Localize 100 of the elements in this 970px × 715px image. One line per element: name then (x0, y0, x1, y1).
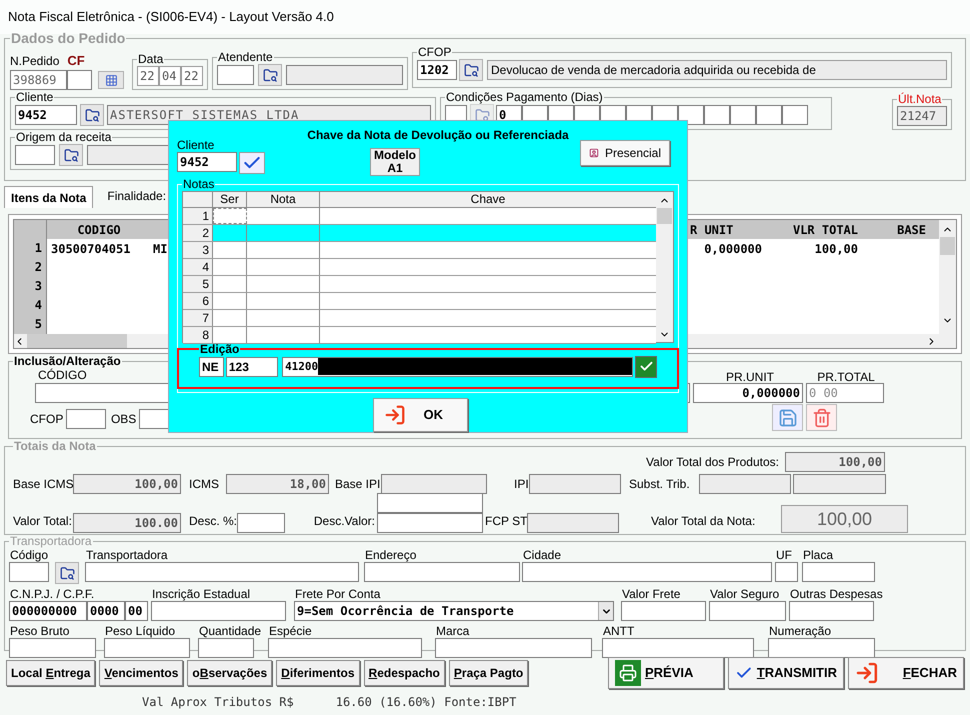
action-button[interactable]: Praça Pagto (448, 660, 528, 686)
input-field[interactable] (775, 562, 798, 582)
input-field[interactable]: NE (199, 356, 224, 377)
input-field[interactable] (793, 474, 886, 494)
input-field[interactable] (377, 513, 483, 533)
input-field[interactable]: 000000000 (9, 601, 87, 621)
group-label: Edição (199, 342, 240, 356)
action-button[interactable]: TRANSMITIR (728, 657, 844, 689)
table-row[interactable]: 7 (183, 310, 656, 327)
table-row[interactable]: 6 (183, 292, 656, 310)
input-field[interactable] (67, 70, 92, 90)
input-field[interactable] (9, 638, 96, 658)
action-button[interactable]: FECHAR (848, 657, 964, 689)
input-field[interactable]: 18,00 (226, 474, 329, 494)
input-field[interactable] (104, 638, 190, 658)
input-field[interactable]: 100,00 (785, 452, 885, 472)
input-field[interactable] (522, 562, 772, 582)
field-label: Endereço (364, 548, 418, 562)
table-row[interactable]: 5 (183, 276, 656, 293)
input-field[interactable] (730, 105, 756, 125)
input-field[interactable] (286, 65, 403, 85)
input-field[interactable] (151, 601, 286, 621)
table-row[interactable]: 2 (183, 224, 656, 242)
ok-button[interactable]: OK (372, 398, 468, 432)
key-field[interactable]: 41200 (282, 356, 634, 377)
input-field[interactable] (85, 562, 359, 582)
input-field[interactable]: 21247 (897, 106, 947, 126)
group-label: Notas (182, 178, 216, 191)
input-field[interactable] (9, 562, 49, 582)
table-cell[interactable] (213, 208, 247, 224)
input-field[interactable]: 0000 (87, 601, 125, 621)
input-field[interactable]: 22 (137, 66, 159, 86)
input-field[interactable]: 9452 (15, 105, 77, 125)
save-button[interactable] (772, 404, 803, 431)
input-field[interactable] (529, 474, 621, 494)
input-field[interactable]: 100.00 (73, 513, 181, 533)
delete-button[interactable] (806, 404, 837, 431)
lookup-button[interactable] (59, 144, 83, 166)
input-field[interactable] (15, 145, 55, 165)
input-field[interactable] (756, 105, 782, 125)
action-button[interactable]: Local Entrega (6, 660, 96, 686)
input-field[interactable]: 22 (181, 66, 203, 86)
table-row[interactable]: 8 (183, 326, 656, 344)
input-field[interactable] (678, 105, 704, 125)
table-row[interactable]: 4 (183, 258, 656, 276)
input-field[interactable] (527, 513, 619, 533)
lookup-button[interactable] (55, 562, 79, 584)
input-field[interactable] (602, 638, 754, 658)
table-cell-text: 0,000000 (704, 240, 762, 258)
confirm-button[interactable] (239, 152, 265, 174)
action-button[interactable]: PRÉVIA (608, 657, 724, 689)
table-row[interactable]: 3 (183, 242, 656, 259)
input-field[interactable] (768, 638, 875, 658)
table-row[interactable]: 1 (183, 208, 656, 225)
input-field[interactable]: 0 00 (806, 383, 884, 403)
presencial-button[interactable]: Presencial (580, 140, 670, 166)
input-field[interactable]: 100,00 (73, 474, 181, 494)
input-field[interactable]: 04 (159, 66, 181, 86)
input-field[interactable] (435, 638, 592, 658)
model-button[interactable]: Modelo A1 (370, 148, 420, 176)
input-field[interactable]: 398869 (10, 70, 67, 90)
freight-select[interactable]: 9=Sem Ocorrência de Transporte (294, 601, 614, 621)
scroll-thumb[interactable] (940, 237, 955, 255)
input-field[interactable] (782, 105, 808, 125)
lookup-button[interactable] (459, 59, 483, 81)
input-field[interactable] (802, 562, 875, 582)
action-button[interactable]: Diferimentos (276, 660, 360, 686)
input-field[interactable] (709, 601, 786, 621)
input-field[interactable]: 1202 (417, 60, 457, 80)
input-field[interactable] (704, 105, 730, 125)
field-label: CÓDIGO (38, 368, 88, 383)
input-field[interactable]: 123 (226, 356, 278, 377)
scroll-thumb[interactable] (27, 334, 127, 348)
input-field[interactable] (237, 513, 285, 533)
vertical-scrollbar[interactable] (656, 192, 673, 342)
input-field[interactable] (621, 601, 706, 621)
lookup-button[interactable] (80, 104, 104, 126)
action-button[interactable]: Vencimentos (99, 660, 184, 686)
input-field[interactable] (377, 493, 483, 513)
lookup-button[interactable] (258, 64, 282, 86)
input-field[interactable]: 0,000000 (693, 383, 803, 403)
input-field[interactable]: 00 (125, 601, 148, 621)
action-button[interactable]: Redespacho (364, 660, 445, 686)
input-field[interactable] (66, 409, 106, 429)
action-button[interactable]: oBservações (187, 660, 272, 686)
input-field[interactable] (789, 601, 874, 621)
input-field[interactable] (217, 65, 254, 85)
tab[interactable]: Itens da Nota (4, 186, 94, 208)
input-field[interactable] (381, 474, 487, 494)
input-field[interactable] (268, 638, 422, 658)
input-field[interactable] (198, 638, 254, 658)
input-field[interactable] (139, 409, 169, 429)
input-field[interactable]: 9452 (177, 152, 237, 172)
scroll-thumb[interactable] (657, 208, 672, 224)
input-field[interactable] (364, 562, 520, 582)
grid-button[interactable] (98, 71, 124, 89)
total-value-field[interactable]: 100,00 (781, 505, 908, 533)
confirm-button[interactable] (635, 356, 657, 378)
input-field[interactable] (699, 474, 791, 494)
vertical-scrollbar[interactable] (939, 220, 956, 348)
